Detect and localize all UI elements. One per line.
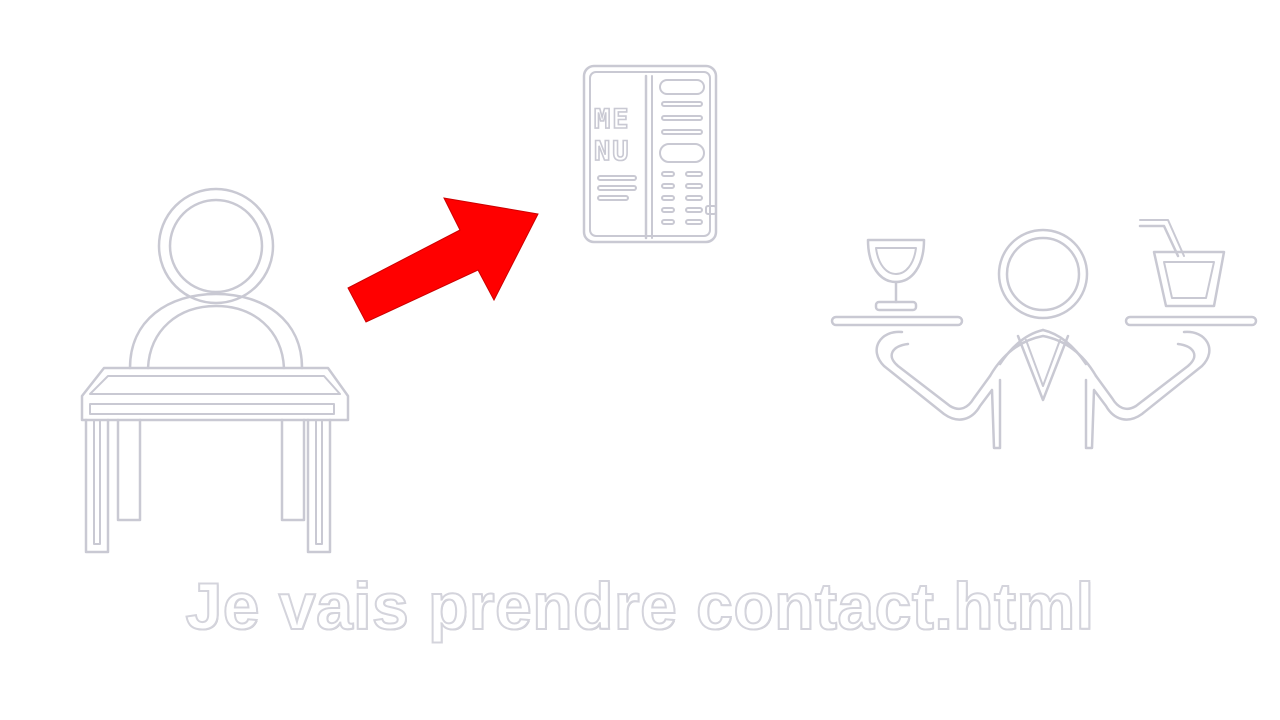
diner-head bbox=[157, 187, 275, 305]
table-legs bbox=[84, 418, 332, 554]
drink-with-straw-icon bbox=[1138, 219, 1226, 308]
waiter-arms bbox=[875, 330, 1211, 450]
arrow-up-right-icon bbox=[347, 197, 539, 323]
menu-letters-top: ME bbox=[594, 104, 631, 135]
menu-left-lines bbox=[597, 175, 637, 201]
menu-right-items bbox=[659, 79, 717, 225]
diner-torso bbox=[128, 292, 304, 370]
wine-glass-icon bbox=[866, 238, 926, 312]
person-at-table-icon bbox=[80, 187, 350, 554]
waiter-collar bbox=[988, 328, 1098, 402]
table-top bbox=[80, 366, 350, 422]
waiter-with-drinks-icon bbox=[830, 219, 1258, 450]
left-tray bbox=[830, 315, 964, 327]
menu-letters-bottom: NU bbox=[594, 136, 631, 167]
waiter-head bbox=[997, 228, 1089, 320]
right-tray bbox=[1124, 315, 1258, 327]
diagram-canvas: ME NU Je vais prendre contact.html bbox=[0, 0, 1280, 720]
menu-card-icon: ME NU bbox=[582, 64, 718, 244]
caption-text: Je vais prendre contact.html bbox=[185, 568, 1095, 644]
